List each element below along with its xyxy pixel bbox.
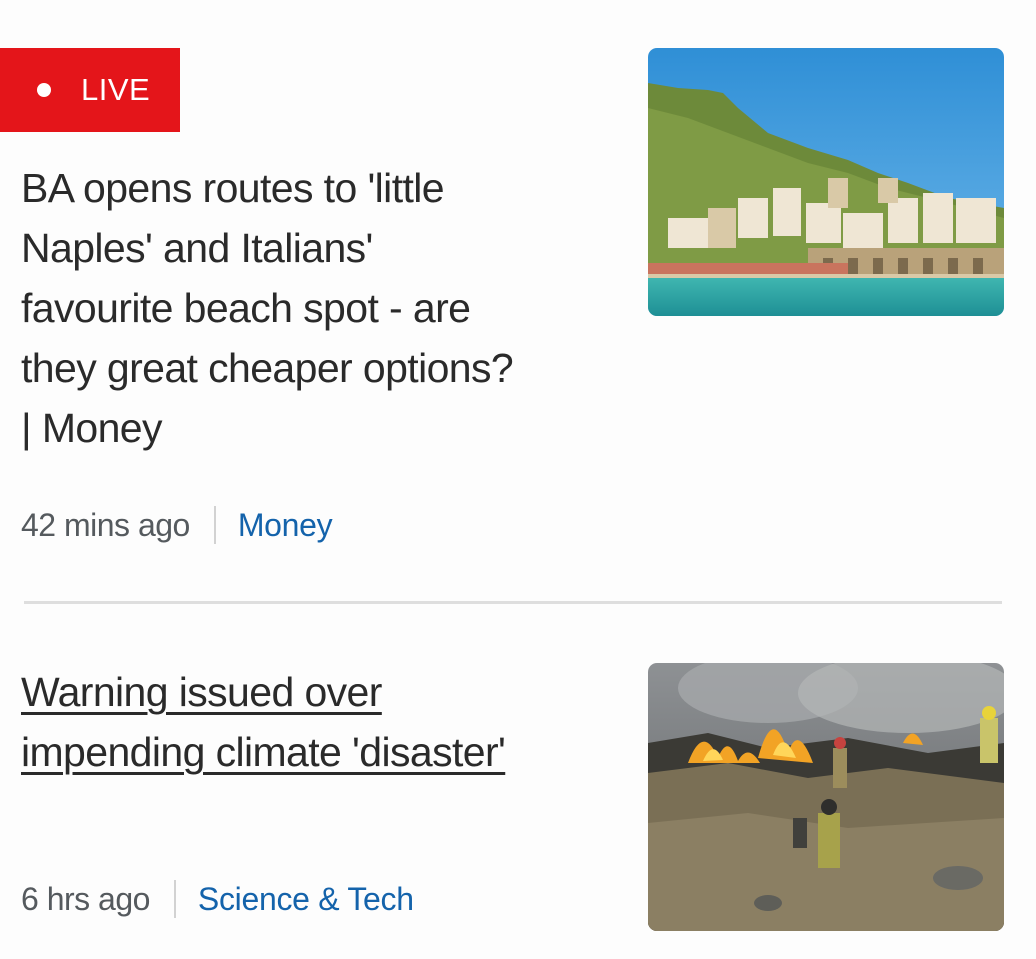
headline-link[interactable]: Warning issued over impending climate 'd…: [21, 669, 506, 775]
article-headline[interactable]: BA opens routes to 'little Naples' and I…: [21, 158, 611, 458]
timestamp: 6 hrs ago: [21, 880, 150, 917]
coastal-town-thumbnail[interactable]: [648, 48, 1004, 316]
headline-line: they great cheaper options?: [21, 345, 514, 391]
section-link[interactable]: Science & Tech: [198, 881, 414, 918]
article-meta: 42 mins ago Money: [21, 506, 333, 544]
timestamp: 42 mins ago: [21, 506, 190, 543]
live-label: LIVE: [81, 72, 151, 107]
coastal-town-image: [648, 48, 1004, 316]
article-headline[interactable]: Warning issued over impending climate 'd…: [21, 662, 611, 782]
wildfire-image: [648, 663, 1004, 931]
meta-separator: [173, 880, 176, 918]
headline-line: Naples' and Italians': [21, 225, 373, 271]
headline-line: BA opens routes to 'little: [21, 165, 445, 211]
headline-line: favourite beach spot - are: [21, 285, 471, 331]
meta-separator: [213, 506, 216, 544]
headline-line: | Money: [21, 405, 163, 451]
wildfire-thumbnail[interactable]: [648, 663, 1004, 931]
live-badge: LIVE: [0, 48, 180, 132]
headline-line: Warning issued over: [21, 669, 382, 715]
section-link[interactable]: Money: [238, 507, 333, 544]
article-divider: [24, 601, 1002, 604]
live-dot-icon: [37, 83, 51, 97]
article-meta: 6 hrs ago Science & Tech: [21, 880, 414, 918]
headline-line: impending climate 'disaster': [21, 729, 506, 775]
